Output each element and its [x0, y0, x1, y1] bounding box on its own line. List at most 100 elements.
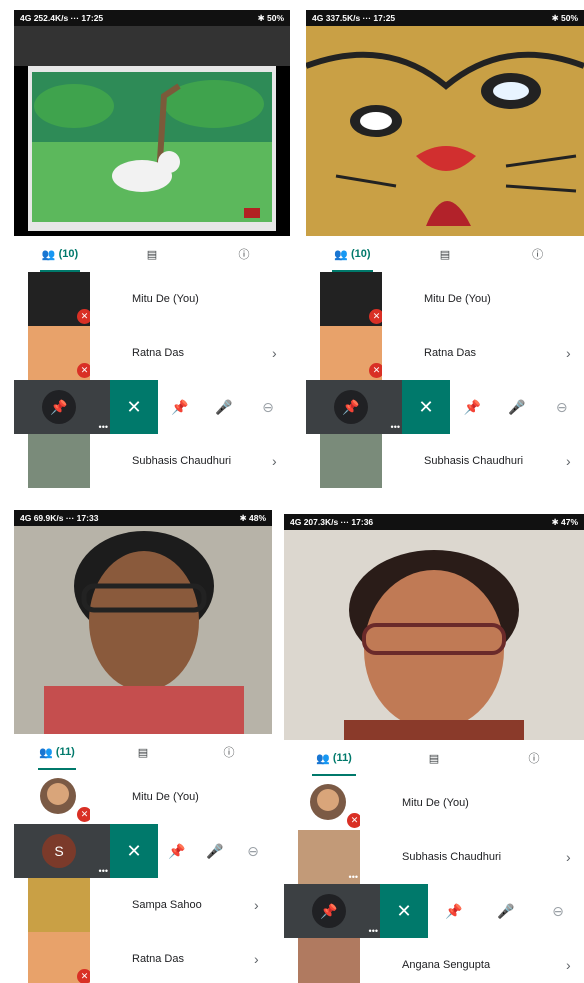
participant-row[interactable]: ✕ Mitu De (You): [306, 272, 584, 326]
tab-bar: 👥 (10) ▤ ⓘ: [14, 236, 290, 272]
participant-name: Ratna Das: [132, 953, 184, 965]
more-dots-icon: •••: [390, 422, 400, 432]
people-icon: 👥: [41, 248, 56, 261]
participant-row[interactable]: Sampa Sahoo ›: [14, 878, 272, 932]
tab-info[interactable]: ⓘ: [198, 236, 290, 272]
pin-button[interactable]: 📌: [158, 843, 196, 860]
tab-info[interactable]: ⓘ: [491, 236, 584, 272]
more-dots-icon: •••: [98, 422, 108, 432]
remove-button[interactable]: ⊖: [234, 843, 272, 860]
people-icon: 👥: [39, 746, 53, 759]
participant-row[interactable]: ✕ Mitu De (You): [14, 272, 290, 326]
chevron-right-icon[interactable]: ›: [254, 951, 272, 967]
tab-bar: 👥 (11) ▤ ⓘ: [284, 740, 584, 776]
mic-off-icon: ✕: [77, 807, 90, 822]
avatar: [298, 938, 360, 983]
participant-row[interactable]: ✕ Ratna Das ›: [306, 326, 584, 380]
meet-screenshot-2: 4G 337.5K/s ··· 17:25 ✱ 50% 👥 (10) ▤ ⓘ ✕…: [306, 10, 584, 490]
tab-people[interactable]: 👥 (11): [284, 740, 384, 776]
participant-name: Ratna Das: [424, 347, 476, 359]
more-dots-icon: •••: [98, 866, 108, 876]
remove-button[interactable]: ⊖: [539, 399, 584, 416]
tab-people[interactable]: 👥 (10): [14, 236, 106, 272]
close-button[interactable]: ✕: [380, 884, 428, 938]
chevron-right-icon[interactable]: ›: [566, 345, 584, 361]
status-right: ✱ 47%: [551, 517, 579, 527]
more-dots-icon: •••: [368, 926, 378, 936]
pin-icon[interactable]: 📌: [42, 390, 76, 424]
participant-row[interactable]: Angana Sengupta ›: [284, 938, 584, 983]
action-avatar: 📌 •••: [284, 884, 380, 938]
mute-button[interactable]: 🎤: [202, 399, 246, 416]
chevron-right-icon[interactable]: ›: [272, 345, 290, 361]
participant-list: ✕ Mitu De (You) ✕ Ratna Das › 📌 ••• ✕ 📌 …: [14, 272, 290, 488]
participant-row[interactable]: ✕ Ratna Das ›: [14, 932, 272, 983]
participant-video: [14, 526, 272, 734]
avatar: [28, 434, 90, 488]
pin-button[interactable]: 📌: [428, 903, 480, 920]
action-bar: ✕ 📌 🎤 ⊖: [402, 380, 584, 434]
participant-row[interactable]: Subhasis Chaudhuri ›: [306, 434, 584, 488]
tab-people[interactable]: 👥 (11): [14, 734, 100, 770]
participant-name: Subhasis Chaudhuri: [424, 455, 524, 467]
chevron-right-icon[interactable]: ›: [272, 453, 290, 469]
action-avatar: S •••: [14, 824, 110, 878]
tab-chat[interactable]: ▤: [100, 734, 186, 770]
mic-off-icon: ✕: [77, 969, 90, 983]
mic-off-icon: ✕: [77, 309, 90, 324]
pin-button[interactable]: 📌: [450, 399, 495, 416]
participant-row[interactable]: ✕ Mitu De (You): [14, 770, 272, 824]
participant-actions: 📌 ••• ✕ 📌 🎤 ⊖: [306, 380, 584, 434]
info-icon: ⓘ: [238, 249, 250, 261]
pin-button[interactable]: 📌: [158, 399, 202, 416]
participant-row[interactable]: Subhasis Chaudhuri ›: [14, 434, 290, 488]
people-count: (11): [55, 746, 75, 758]
status-left: 4G 69.9K/s ··· 17:33: [20, 513, 99, 523]
participant-row[interactable]: ••• Subhasis Chaudhuri ›: [284, 830, 584, 884]
participant-name: Mitu De (You): [132, 293, 199, 305]
participant-actions: 📌 ••• ✕ 📌 🎤 ⊖: [284, 884, 584, 938]
pin-icon[interactable]: 📌: [312, 894, 346, 928]
mute-button[interactable]: 🎤: [196, 843, 234, 860]
avatar: ✕: [320, 272, 382, 326]
tab-chat[interactable]: ▤: [384, 740, 484, 776]
mic-off-icon: ✕: [369, 309, 382, 324]
avatar: ✕: [28, 932, 90, 983]
chevron-right-icon[interactable]: ›: [254, 897, 272, 913]
people-icon: 👥: [334, 248, 348, 261]
action-avatar: 📌 •••: [306, 380, 402, 434]
mute-button[interactable]: 🎤: [495, 399, 540, 416]
tab-info[interactable]: ⓘ: [484, 740, 584, 776]
close-button[interactable]: ✕: [110, 380, 158, 434]
avatar: ✕: [28, 326, 90, 380]
tab-people[interactable]: 👥 (10): [306, 236, 399, 272]
tab-info[interactable]: ⓘ: [186, 734, 272, 770]
avatar: [320, 434, 382, 488]
remove-button[interactable]: ⊖: [532, 903, 584, 920]
avatar: ✕: [28, 770, 90, 824]
participant-name: Mitu De (You): [132, 791, 199, 803]
chevron-right-icon[interactable]: ›: [566, 957, 584, 973]
status-bar: 4G 207.3K/s ··· 17:36 ✱ 47%: [284, 514, 584, 530]
close-button[interactable]: ✕: [402, 380, 450, 434]
chevron-right-icon[interactable]: ›: [566, 849, 584, 865]
chat-icon: ▤: [439, 248, 451, 261]
tab-chat[interactable]: ▤: [106, 236, 198, 272]
participant-row[interactable]: ✕ Ratna Das ›: [14, 326, 290, 380]
mute-button[interactable]: 🎤: [480, 903, 532, 920]
participant-name: Subhasis Chaudhuri: [402, 851, 502, 863]
participant-name: Ratna Das: [132, 347, 184, 359]
remove-button[interactable]: ⊖: [246, 399, 290, 416]
chevron-right-icon[interactable]: ›: [566, 453, 584, 469]
tab-chat[interactable]: ▤: [399, 236, 492, 272]
close-button[interactable]: ✕: [110, 824, 158, 878]
status-bar: 4G 69.9K/s ··· 17:33 ✱ 48%: [14, 510, 272, 526]
participant-name: Angana Sengupta: [402, 959, 491, 971]
pin-icon[interactable]: 📌: [334, 390, 368, 424]
status-left: 4G 207.3K/s ··· 17:36: [290, 517, 374, 527]
status-left: 4G 337.5K/s ··· 17:25: [312, 13, 396, 23]
status-right: ✱ 50%: [257, 13, 285, 23]
info-icon: ⓘ: [528, 753, 540, 765]
participant-row[interactable]: ✕ Mitu De (You): [284, 776, 584, 830]
people-count: (11): [332, 752, 352, 764]
